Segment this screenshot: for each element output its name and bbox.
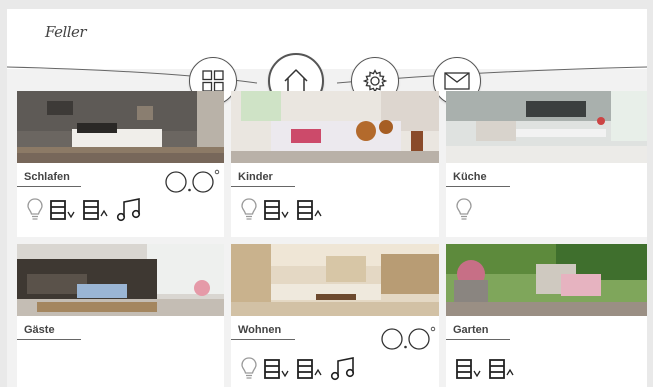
thermostat-rings-icon[interactable] xyxy=(381,326,439,356)
light-bulb-icon[interactable] xyxy=(27,198,43,222)
blinds-down-icon[interactable] xyxy=(264,200,290,220)
room-tile-kueche[interactable]: Küche xyxy=(446,91,647,237)
function-icons xyxy=(456,358,515,380)
room-tile-schlafen[interactable]: Schlafen xyxy=(17,91,224,237)
room-photo-gaeste xyxy=(17,244,224,316)
room-name-underline xyxy=(231,339,295,340)
app-frame: Feller Schlafen Kinder Küche Gäste Wohne… xyxy=(7,9,647,387)
room-name: Küche xyxy=(453,171,487,183)
header-divider xyxy=(7,66,647,84)
function-icons xyxy=(241,198,323,222)
blinds-down-icon[interactable] xyxy=(264,359,290,379)
room-name-underline xyxy=(17,339,81,340)
room-photo-wohnen xyxy=(231,244,439,316)
grid-icon xyxy=(202,70,224,92)
room-name-underline xyxy=(231,186,295,187)
blinds-up-icon[interactable] xyxy=(297,359,323,379)
blinds-up-icon[interactable] xyxy=(297,200,323,220)
blinds-up-icon[interactable] xyxy=(83,200,109,220)
room-name-underline xyxy=(17,186,81,187)
function-icons xyxy=(241,357,356,381)
room-tile-gaeste[interactable]: Gäste xyxy=(17,244,224,387)
room-name-underline xyxy=(446,339,510,340)
music-icon[interactable] xyxy=(116,198,142,222)
function-icons xyxy=(27,198,142,222)
blinds-down-icon[interactable] xyxy=(456,359,482,379)
room-photo-kinder xyxy=(231,91,439,163)
envelope-icon xyxy=(444,71,470,91)
room-tile-kinder[interactable]: Kinder xyxy=(231,91,439,237)
blinds-down-icon[interactable] xyxy=(50,200,76,220)
room-tile-wohnen[interactable]: Wohnen xyxy=(231,244,439,387)
light-bulb-icon[interactable] xyxy=(456,198,472,222)
room-name: Kinder xyxy=(238,171,273,183)
room-name: Gäste xyxy=(24,324,55,336)
room-photo-kueche xyxy=(446,91,647,163)
room-name: Wohnen xyxy=(238,324,282,336)
room-photo-schlafen xyxy=(17,91,224,163)
function-icons xyxy=(456,198,472,222)
room-photo-garten xyxy=(446,244,647,316)
gear-icon xyxy=(363,69,387,93)
room-name-underline xyxy=(446,186,510,187)
room-name: Schlafen xyxy=(24,171,70,183)
blinds-up-icon[interactable] xyxy=(489,359,515,379)
room-name: Garten xyxy=(453,324,489,336)
room-tile-garten[interactable]: Garten xyxy=(446,244,647,387)
light-bulb-icon[interactable] xyxy=(241,357,257,381)
light-bulb-icon[interactable] xyxy=(241,198,257,222)
thermostat-rings-icon[interactable] xyxy=(165,169,224,199)
music-icon[interactable] xyxy=(330,357,356,381)
